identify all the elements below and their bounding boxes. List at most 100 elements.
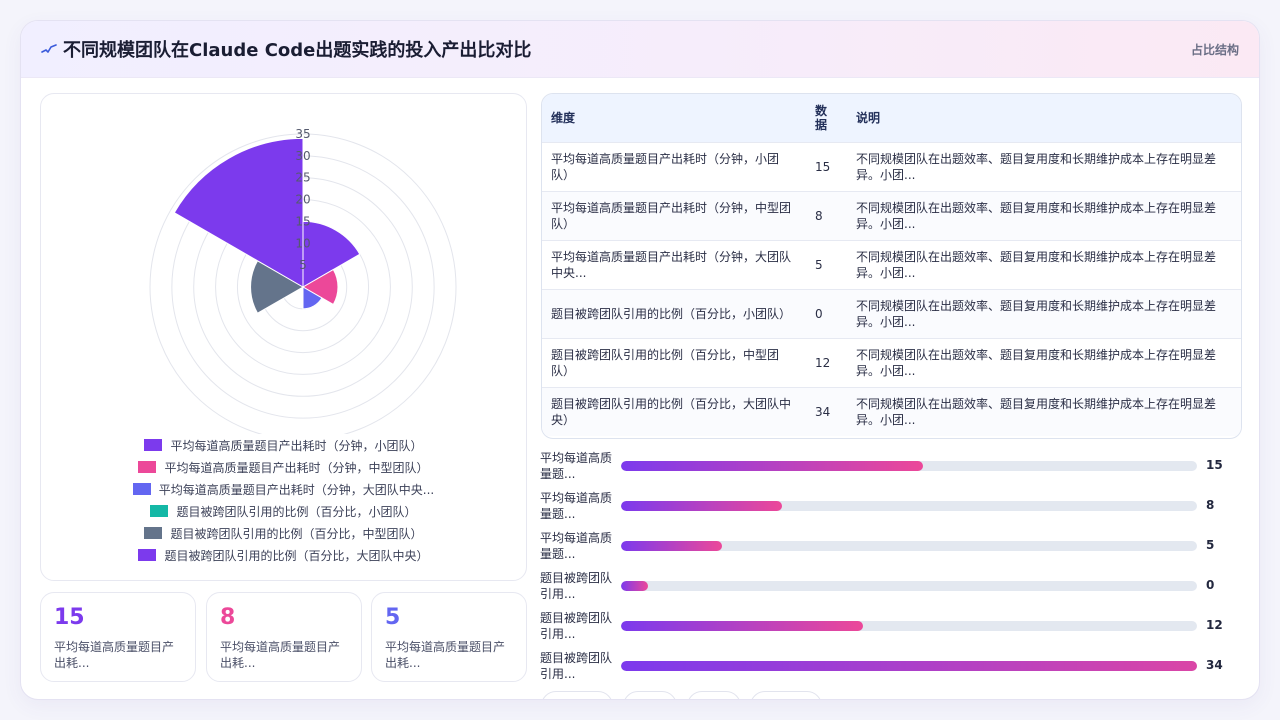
cell-value: 12 [806,337,847,387]
cell-dimension: 题目被跨团队引用的比例（百分比，中型团队） [542,337,806,387]
progress-bar-list: 平均每道高质量题... 15 平均每道高质量题... 8 平均每道高质量题...… [540,449,1240,689]
radial-tick-label: 15 [295,214,310,228]
bar-row: 平均每道高质量题... 8 [540,489,1240,529]
legend-swatch [138,461,157,473]
table-header-row: 维度 数据 说明 [542,94,1241,142]
bar-row: 平均每道高质量题... 15 [540,449,1240,489]
bar-track [621,661,1197,671]
cell-value: 15 [806,141,847,191]
table-row: 平均每道高质量题目产出耗时（分钟，大团队中央... 5 不同规模团队在出题效率、… [542,239,1241,289]
radial-tick-label: 5 [299,258,307,272]
kpi-label: 平均每道高质量题目产出耗... [54,640,175,670]
column-header-value: 数据 [815,103,828,132]
chart-legend: 平均每道高质量题目产出耗时（分钟，小团队） 平均每道高质量题目产出耗时（分钟，中型… [41,434,526,566]
bar-row: 题目被跨团队引用... 34 [540,649,1240,689]
bar-track [621,501,1197,511]
filter-chip[interactable] [687,691,741,699]
legend-label: 平均每道高质量题目产出耗时（分钟，大团队中央... [158,482,435,497]
table-row: 平均每道高质量题目产出耗时（分钟，中型团队） 8 不同规模团队在出题效率、题目复… [542,190,1241,240]
bar-label: 平均每道高质量题... [540,531,613,561]
bar-fill [621,541,722,551]
cell-value: 34 [806,386,847,436]
cell-dimension: 题目被跨团队引用的比例（百分比，大团队中央） [542,386,806,436]
cell-description: 不同规模团队在出题效率、题目复用度和长期维护成本上存在明显差异。小团... [847,239,1241,289]
bar-label: 题目被跨团队引用... [540,611,613,641]
legend-label: 平均每道高质量题目产出耗时（分钟，小团队） [170,438,423,453]
bar-value: 5 [1206,538,1215,552]
bar-fill [621,501,783,511]
column-header-description: 说明 [856,110,881,125]
cell-dimension: 平均每道高质量题目产出耗时（分钟，小团队） [542,141,806,191]
bar-label: 平均每道高质量题... [540,491,613,521]
polar-chart-panel: 5 10 15 20 25 30 35 平均每道高质量题目产出耗时（分钟，小团队） 平均每道高… [40,93,527,581]
legend-item[interactable]: 平均每道高质量题目产出耗时（分钟，大团队中央... [41,478,526,500]
cell-dimension: 平均每道高质量题目产出耗时（分钟，大团队中央... [542,239,806,289]
radial-tick-label: 20 [295,193,310,207]
legend-item[interactable]: 题目被跨团队引用的比例（百分比，小团队） [41,500,526,522]
bar-fill [621,461,924,471]
bar-value: 12 [1206,618,1223,632]
table-row: 题目被跨团队引用的比例（百分比，中型团队） 12 不同规模团队在出题效率、题目复… [542,337,1241,387]
kpi-card: 15 平均每道高质量题目产出耗... [40,592,196,682]
radial-tick-label: 10 [295,236,310,250]
bar-fill [621,661,1197,671]
polar-sector[interactable] [173,137,304,288]
legend-swatch [150,505,169,517]
legend-item[interactable]: 平均每道高质量题目产出耗时（分钟，中型团队） [41,456,526,478]
cell-description: 不同规模团队在出题效率、题目复用度和长期维护成本上存在明显差异。小团... [847,386,1241,436]
cell-value: 0 [806,288,847,338]
legend-item[interactable]: 平均每道高质量题目产出耗时（分钟，小团队） [41,434,526,456]
bar-fill [621,621,863,631]
table-row: 平均每道高质量题目产出耗时（分钟，小团队） 15 不同规模团队在出题效率、题目复… [542,141,1241,191]
cell-value: 5 [806,239,847,289]
cell-dimension: 题目被跨团队引用的比例（百分比，小团队） [542,288,806,338]
data-table: 维度 数据 说明 平均每道高质量题目产出耗时（分钟，小团队） 15 不同规模团队… [541,93,1242,439]
kpi-value: 15 [54,605,85,630]
table-row: 题目被跨团队引用的比例（百分比，小团队） 0 不同规模团队在出题效率、题目复用度… [542,288,1241,338]
page-title: 不同规模团队在Claude Code出题实践的投入产出比对比 [63,40,532,61]
legend-label: 题目被跨团队引用的比例（百分比，中型团队） [170,526,423,541]
legend-swatch [132,483,151,495]
bar-label: 题目被跨团队引用... [540,651,613,681]
cell-description: 不同规模团队在出题效率、题目复用度和长期维护成本上存在明显差异。小团... [847,337,1241,387]
bar-label: 题目被跨团队引用... [540,571,613,601]
bar-value: 34 [1206,658,1223,672]
kpi-card: 8 平均每道高质量题目产出耗... [206,592,362,682]
legend-item[interactable]: 题目被跨团队引用的比例（百分比，中型团队） [41,522,526,544]
bar-value: 15 [1206,458,1223,472]
bar-row: 平均每道高质量题... 5 [540,529,1240,569]
radial-tick-label: 35 [295,127,310,141]
bar-value: 8 [1206,498,1215,512]
legend-label: 题目被跨团队引用的比例（百分比，小团队） [176,504,417,519]
table-row: 题目被跨团队引用的比例（百分比，大团队中央） 34 不同规模团队在出题效率、题目… [542,386,1241,436]
column-header-dimension: 维度 [551,110,576,125]
legend-swatch [144,527,163,539]
pulse-icon [41,44,57,53]
bar-track [621,621,1197,631]
cell-description: 不同规模团队在出题效率、题目复用度和长期维护成本上存在明显差异。小团... [847,288,1241,338]
filter-chip[interactable] [750,691,822,699]
dashboard-card: 不同规模团队在Claude Code出题实践的投入产出比对比 占比结构 5 10 1… [20,20,1260,700]
cell-value: 8 [806,190,847,240]
kpi-label: 平均每道高质量题目产出耗... [220,640,341,670]
bar-track [621,541,1197,551]
radial-tick-label: 25 [295,171,310,185]
bar-row: 题目被跨团队引用... 0 [540,569,1240,609]
cell-description: 不同规模团队在出题效率、题目复用度和长期维护成本上存在明显差异。小团... [847,190,1241,240]
header-bar: 不同规模团队在Claude Code出题实践的投入产出比对比 占比结构 [21,21,1259,78]
filter-chip[interactable] [541,691,613,699]
cell-description: 不同规模团队在出题效率、题目复用度和长期维护成本上存在明显差异。小团... [847,141,1241,191]
kpi-value: 8 [220,605,236,630]
radial-tick-label: 30 [295,149,310,163]
filter-chip[interactable] [623,691,677,699]
bar-label: 平均每道高质量题... [540,451,613,481]
chart-type-tag: 占比结构 [1190,43,1239,57]
polar-area-chart: 5 10 15 20 25 30 35 [149,127,457,434]
legend-swatch [138,549,157,561]
legend-label: 平均每道高质量题目产出耗时（分钟，中型团队） [164,460,429,475]
legend-item[interactable]: 题目被跨团队引用的比例（百分比，大团队中央） [41,544,526,566]
bar-track [621,581,1197,591]
kpi-label: 平均每道高质量题目产出耗... [385,640,506,670]
legend-swatch [144,439,163,451]
legend-label: 题目被跨团队引用的比例（百分比，大团队中央） [164,548,429,563]
